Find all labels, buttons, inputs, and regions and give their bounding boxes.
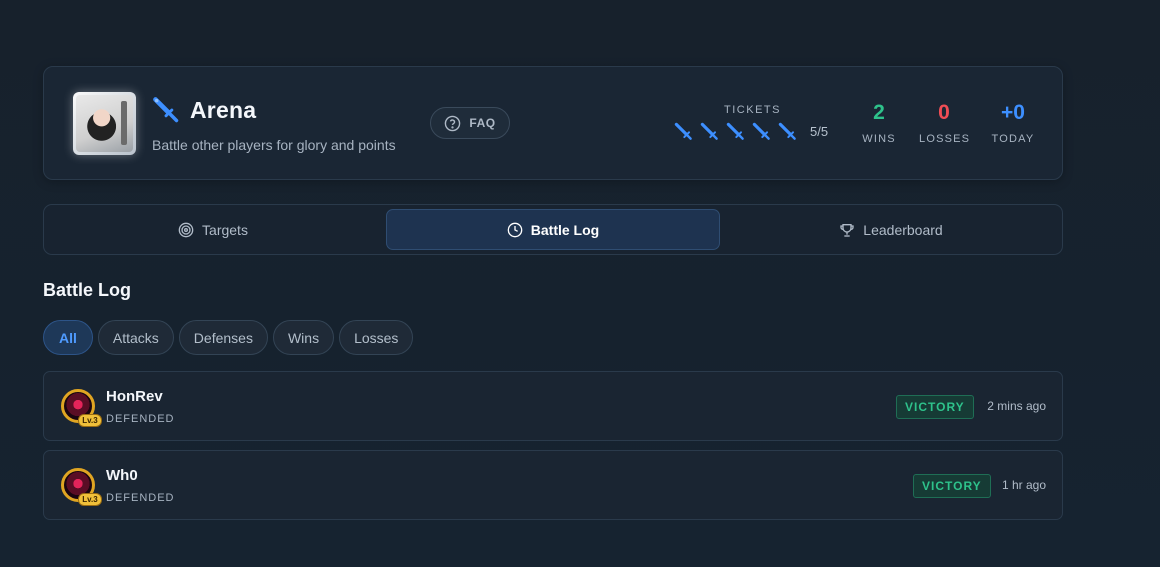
arena-page: Arena Battle other players for glory and…	[0, 0, 1160, 567]
battle-status: DEFENDED	[106, 492, 175, 504]
arena-title: Arena	[152, 96, 256, 124]
wins-value: 2	[873, 101, 885, 124]
faq-label: FAQ	[469, 116, 496, 130]
faq-button[interactable]: FAQ	[430, 107, 510, 139]
tab-targets[interactable]: Targets	[48, 209, 378, 250]
tab-leaderboard-label: Leaderboard	[863, 221, 943, 238]
tickets-count: 5/5	[810, 124, 829, 139]
wins-label: WINS	[862, 133, 896, 145]
sword-ticket-icon	[778, 122, 796, 140]
filter-attacks[interactable]: Attacks	[97, 320, 174, 355]
avatar[interactable]	[73, 92, 136, 155]
filter-all[interactable]: All	[43, 320, 93, 355]
page-title: Arena	[190, 96, 257, 123]
result-badge: VICTORY	[913, 474, 991, 498]
opponent-name: Wh0	[106, 467, 138, 484]
wins-stat: 2 WINS	[862, 101, 896, 145]
section-title: Battle Log	[43, 280, 131, 300]
level-badge: Lv.3	[78, 414, 102, 427]
clock-icon	[507, 222, 523, 237]
filter-losses[interactable]: Losses	[339, 320, 414, 355]
sword-icon	[153, 97, 179, 123]
help-circle-icon	[445, 115, 461, 131]
today-value: +0	[1001, 101, 1025, 124]
losses-label: LOSSES	[919, 133, 971, 145]
sword-ticket-icon	[700, 122, 718, 140]
battle-log-filters: All Attacks Defenses Wins Losses	[43, 320, 414, 355]
battle-time: 1 hr ago	[1001, 478, 1046, 492]
avatar-image	[76, 95, 133, 152]
arena-tabs: Targets Battle Log Leaderboard	[43, 204, 1063, 255]
filter-defenses[interactable]: Defenses	[178, 320, 268, 355]
tickets-panel: TICKETS 5/5	[674, 104, 834, 141]
tab-targets-label: Targets	[202, 221, 248, 238]
ticket-row: 5/5	[674, 122, 834, 141]
battle-log-row[interactable]: Lv.3 Wh0 DEFENDED VICTORY 1 hr ago	[43, 450, 1063, 520]
battle-log-row[interactable]: Lv.3 HonRev DEFENDED VICTORY 2 mins ago	[43, 371, 1063, 441]
arena-header-card: Arena Battle other players for glory and…	[43, 66, 1063, 180]
page-subtitle: Battle other players for glory and point…	[152, 137, 396, 153]
today-stat: +0 TODAY	[989, 101, 1037, 145]
sword-ticket-icon	[752, 122, 770, 140]
tab-battle-log[interactable]: Battle Log	[386, 209, 720, 250]
sword-ticket-icon	[674, 122, 692, 140]
filter-wins[interactable]: Wins	[272, 320, 335, 355]
tickets-label: TICKETS	[724, 104, 781, 116]
today-label: TODAY	[991, 133, 1035, 145]
battle-time: 2 mins ago	[987, 399, 1046, 413]
losses-stat: 0 LOSSES	[919, 101, 969, 145]
battle-status: DEFENDED	[106, 413, 175, 425]
tab-leaderboard[interactable]: Leaderboard	[724, 209, 1058, 250]
losses-value: 0	[938, 101, 950, 124]
opponent-name: HonRev	[106, 388, 163, 405]
target-icon	[178, 222, 194, 237]
tab-battle-log-label: Battle Log	[530, 221, 600, 238]
sword-ticket-icon	[726, 122, 744, 140]
result-badge: VICTORY	[896, 395, 974, 419]
level-badge: Lv.3	[78, 493, 102, 506]
trophy-icon	[840, 223, 854, 237]
